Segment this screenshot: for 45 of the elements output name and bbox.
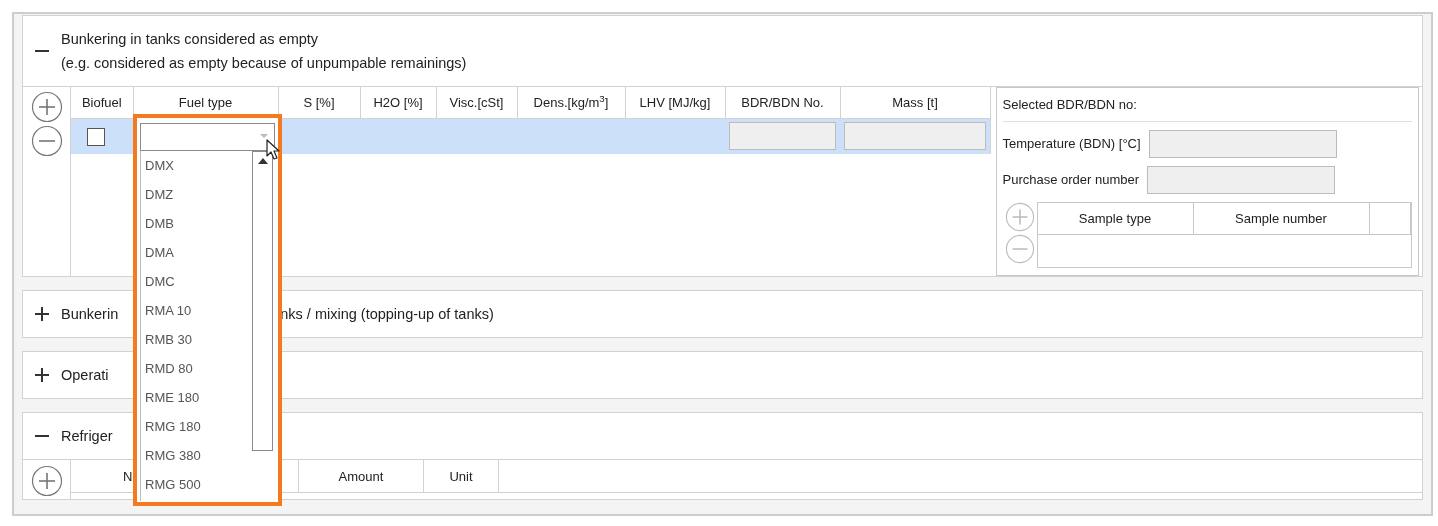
expand-icon[interactable] [35, 307, 49, 321]
combo-box[interactable] [140, 123, 275, 151]
input-field[interactable] [844, 122, 986, 151]
column-header: Mass [t] [840, 87, 990, 118]
section-title: Bunkerin [61, 305, 119, 324]
column-header: H2O [%] [360, 87, 436, 118]
scrollbar[interactable] [252, 151, 273, 451]
dropdown-option[interactable]: RMD 80 [141, 354, 275, 383]
column-header: Biofuel [71, 87, 133, 118]
section-title: Refriger [61, 427, 113, 446]
remove-icon[interactable] [30, 125, 63, 157]
remove-icon[interactable] [1004, 234, 1035, 264]
input-field[interactable] [1147, 166, 1336, 194]
column-header: Sample type [1037, 203, 1194, 234]
column-header: Amount [299, 460, 424, 493]
input-field[interactable] [729, 122, 836, 151]
section-subtitle: (e.g. considered as empty because of unpumpable remainings) [61, 54, 467, 73]
dropdown-option[interactable]: DMC [141, 267, 275, 296]
column-header: LHV [MJ/kg] [625, 87, 725, 118]
input-field[interactable] [1148, 130, 1337, 158]
field-label: Temperature (BDN) [°C] [1002, 135, 1141, 154]
column-header: Visc.[cSt] [436, 87, 517, 118]
expand-icon[interactable] [35, 368, 49, 382]
scroll-up-icon[interactable] [258, 158, 268, 164]
field-label: Purchase order number [1002, 171, 1140, 190]
section-title: Operati [61, 366, 109, 385]
column-header: Dens.[kg/m$^{3}$] [517, 87, 625, 118]
dropdown-option[interactable]: DMB [141, 209, 275, 238]
dropdown-option[interactable]: RME 180 [141, 383, 275, 412]
add-icon[interactable] [30, 91, 63, 123]
dropdown-option[interactable]: DMZ [141, 180, 275, 209]
add-icon[interactable] [30, 465, 63, 497]
column-header: Sample number [1193, 203, 1370, 234]
dropdown-option[interactable]: DMX [141, 151, 275, 180]
details-heading: Selected BDR/BDN no: [1002, 95, 1137, 114]
section-title: Bunkering in tanks considered as empty [61, 30, 320, 49]
dropdown-option[interactable]: DMA [141, 238, 275, 267]
checkbox[interactable] [87, 128, 105, 147]
dropdown-arrow-icon[interactable] [260, 134, 268, 138]
dropdown-option[interactable]: RMG 180 [141, 412, 275, 441]
column-header: Unit [424, 460, 499, 493]
dropdown-option[interactable]: RMB 30 [141, 325, 275, 354]
add-icon[interactable] [1004, 202, 1035, 232]
dropdown-option[interactable]: RMA 10 [141, 296, 275, 325]
column-header: BDR/BDN No. [725, 87, 840, 118]
